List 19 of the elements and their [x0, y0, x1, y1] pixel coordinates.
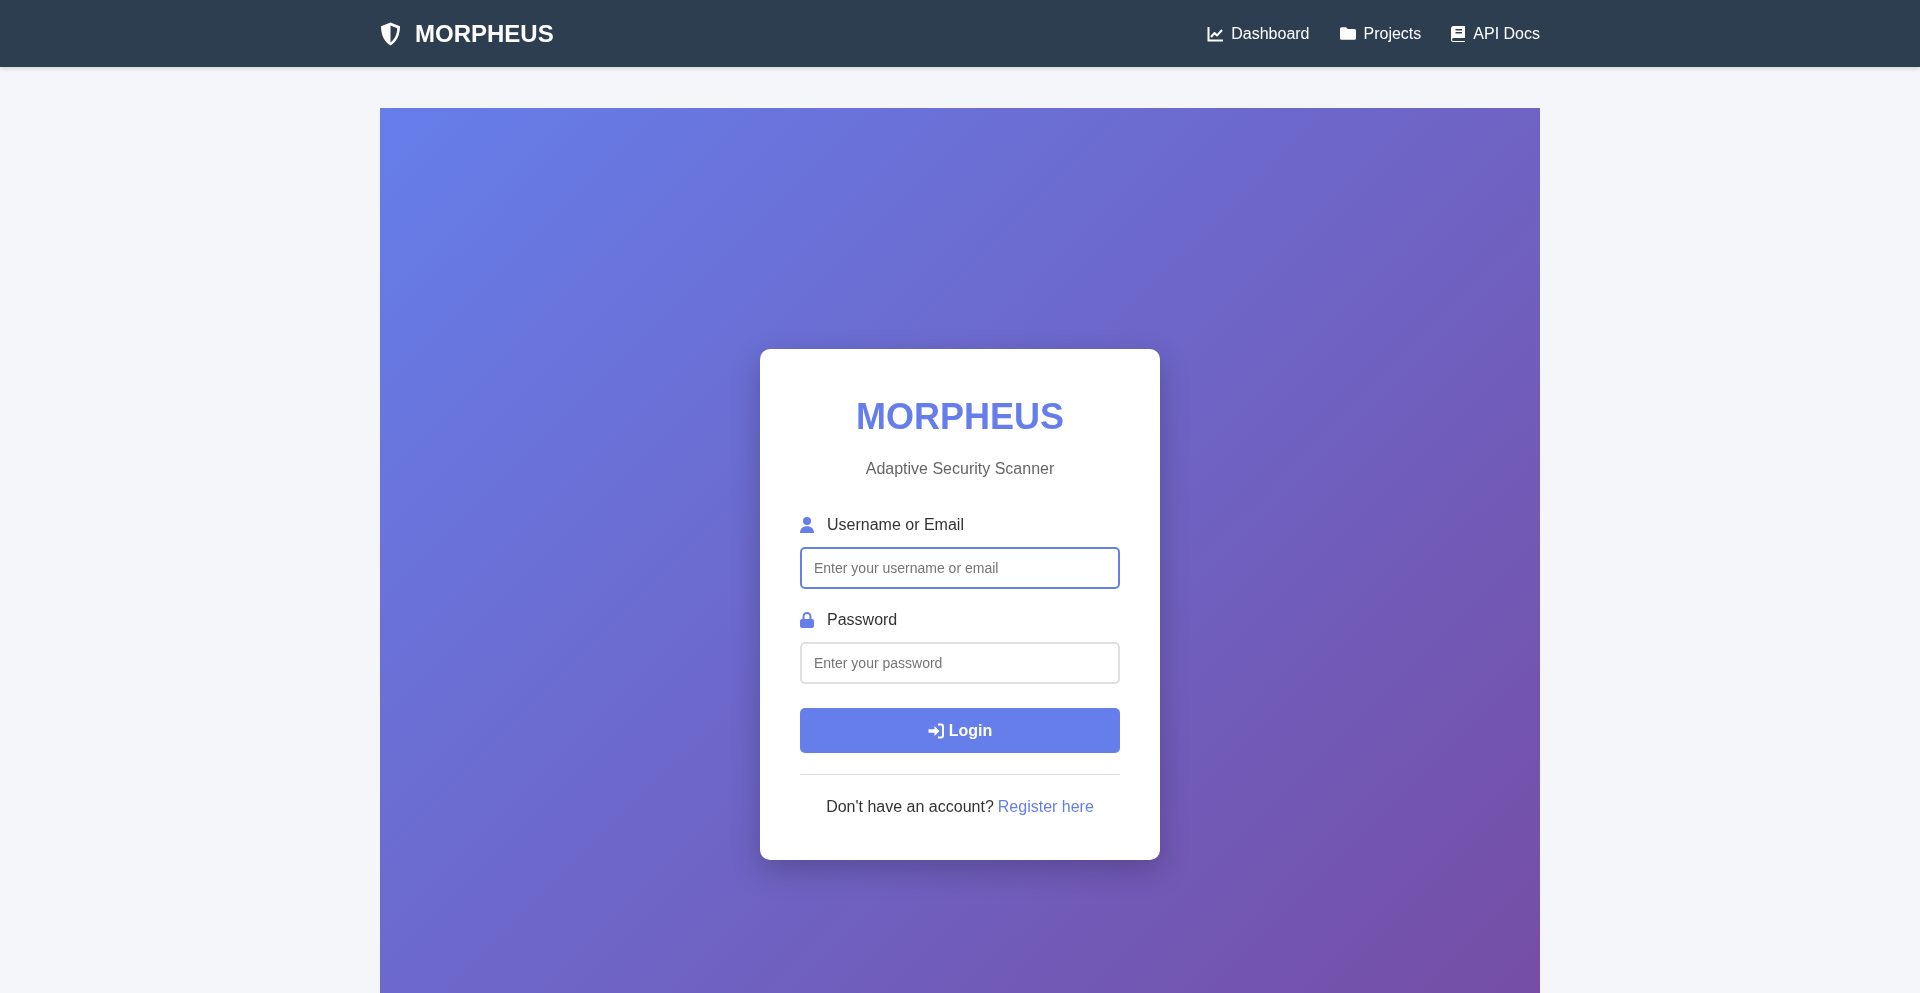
login-button[interactable]: Login	[800, 708, 1120, 753]
brand-name: MORPHEUS	[415, 19, 554, 48]
line-chart-icon	[1207, 25, 1224, 42]
shield-icon	[380, 21, 401, 46]
signup-prompt: Don't have an account? Register here	[825, 797, 1095, 817]
nav-link[interactable]: Dashboard	[1207, 24, 1310, 43]
sign-in-icon	[927, 722, 944, 739]
field-label: Username or Email	[827, 515, 964, 535]
register-link[interactable]: Register here	[997, 798, 1094, 815]
lock-icon	[800, 612, 814, 628]
nav-link[interactable]: Projects	[1339, 24, 1422, 43]
card-subtitle: Adaptive Security Scanner	[864, 459, 1056, 479]
folder-icon	[1339, 27, 1356, 40]
book-icon	[1451, 25, 1466, 42]
input-field[interactable]: Enter your username or email	[800, 547, 1120, 589]
card-title: MORPHEUS	[855, 396, 1065, 438]
user-icon	[800, 517, 814, 533]
field-label: Password	[827, 610, 898, 630]
nav-link[interactable]: API Docs	[1451, 24, 1540, 43]
